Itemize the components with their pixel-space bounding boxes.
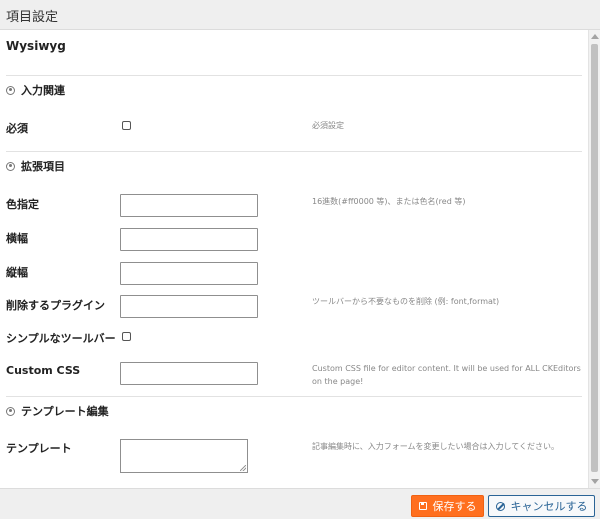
simple-toolbar-label: シンプルなツールバー [6,332,116,345]
gear-icon [6,406,15,416]
gear-icon [6,161,15,171]
dialog-title: 項目設定 [6,10,59,25]
field-type-title: Wysiwyg [6,39,66,53]
divider [6,75,582,76]
scroll-down-arrow-icon[interactable] [591,479,599,484]
remove-plugins-input[interactable] [120,295,258,318]
dialog-footer: 保存する キャンセルする [0,488,600,519]
width-label: 横幅 [6,232,28,245]
dialog-header: 項目設定 [0,0,600,30]
template-textarea[interactable] [120,439,248,473]
color-label: 色指定 [6,198,39,211]
section-template-settings: テンプレート編集 [6,403,109,419]
custom-css-help: Custom CSS file for editor content. It w… [312,364,581,386]
section-label: 入力関連 [21,84,65,97]
color-help: 16進数(#ff0000 等)、または色名(red 等) [312,197,466,206]
scrollbar-thumb[interactable] [591,44,598,472]
required-help: 必須設定 [312,121,344,130]
template-help: 記事編集時に、入力フォームを変更したい場合は入力してください。 [312,442,560,451]
template-label: テンプレート [6,442,72,455]
required-label: 必須 [6,122,28,135]
save-icon [418,502,427,510]
remove-plugins-label: 削除するプラグイン [6,299,105,312]
divider [6,151,582,152]
resize-handle-icon[interactable] [240,465,246,471]
section-label: 拡張項目 [21,160,65,173]
dialog-content[interactable]: Wysiwyg 入力関連 必須 必須設定 拡張項目 色指定 16進数(#ff00… [0,30,588,488]
remove-plugins-help: ツールバーから不要なものを削除 (例: font,format) [312,297,500,306]
save-button-label: 保存する [432,500,477,513]
width-input[interactable] [120,228,258,251]
cancel-button-label: キャンセルする [510,500,588,513]
color-input[interactable] [120,194,258,217]
divider [6,396,582,397]
cancel-button[interactable]: キャンセルする [488,495,595,517]
vertical-scrollbar[interactable] [588,30,600,488]
height-label: 縦幅 [6,266,28,279]
simple-toolbar-checkbox[interactable] [122,332,131,341]
section-extension-settings: 拡張項目 [6,158,65,174]
custom-css-input[interactable] [120,362,258,385]
save-button[interactable]: 保存する [411,495,484,517]
section-input-settings: 入力関連 [6,82,65,98]
gear-icon [6,85,15,95]
height-input[interactable] [120,262,258,285]
scroll-up-arrow-icon[interactable] [591,34,599,39]
required-checkbox[interactable] [122,121,131,130]
custom-css-label: Custom CSS [6,364,81,377]
cancel-icon [495,501,505,511]
section-label: テンプレート編集 [21,405,109,418]
